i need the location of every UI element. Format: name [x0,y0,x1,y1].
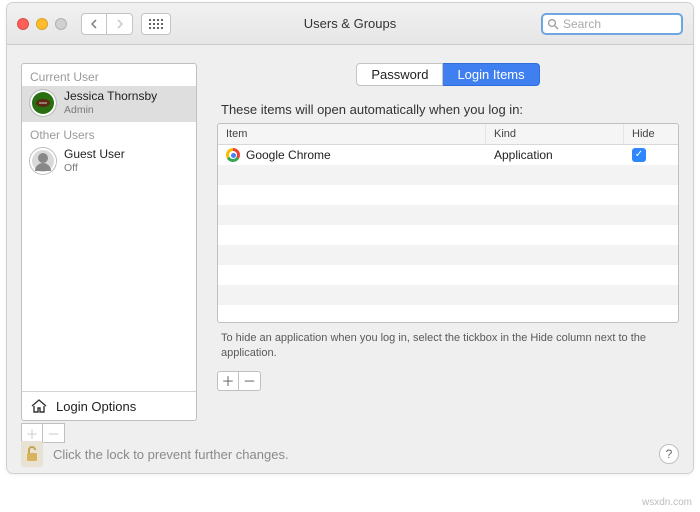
football-icon [35,98,51,108]
current-user-header: Current User [22,64,196,86]
chevron-left-icon [90,19,98,29]
close-window-icon[interactable] [17,18,29,30]
main-pane: Password Login Items These items will op… [217,63,679,443]
col-hide[interactable]: Hide [624,124,678,144]
user-name: Jessica Thornsby [64,90,157,104]
minimize-window-icon[interactable] [36,18,48,30]
login-items-caption: These items will open automatically when… [221,102,675,117]
remove-login-item-button[interactable]: － [239,371,261,391]
search-input[interactable]: Search [541,13,683,35]
tab-login-items[interactable]: Login Items [443,63,539,86]
guest-avatar-icon [30,148,56,174]
watermark: wsxdn.com [642,497,692,508]
search-icon [547,18,559,30]
login-items-table: Item Kind Hide Google Chrome Application… [217,123,679,323]
chevron-right-icon [116,19,124,29]
add-user-button[interactable]: ＋ [21,423,43,443]
grid-icon [149,19,163,29]
sidebar-add-remove: ＋ － [21,423,65,443]
preferences-window: Users & Groups Search Current User Jessi… [6,2,694,474]
item-name: Google Chrome [246,148,331,162]
other-users-header: Other Users [22,122,196,144]
lock-text: Click the lock to prevent further change… [53,447,289,462]
lock-icon[interactable] [21,441,43,467]
sidebar-item-guest-user[interactable]: Guest User Off [22,144,196,180]
add-login-item-button[interactable]: ＋ [217,371,239,391]
login-options-label: Login Options [56,399,136,414]
table-body: Google Chrome Application ✓ [218,145,678,323]
login-items-add-remove: ＋ － [217,371,679,391]
lock-row: Click the lock to prevent further change… [21,441,679,467]
sidebar-item-current-user[interactable]: Jessica Thornsby Admin [22,86,196,122]
user-role: Off [64,162,125,174]
hide-hint: To hide an application when you log in, … [221,331,675,361]
back-button[interactable] [81,13,107,35]
house-icon [30,398,48,414]
hide-checkbox[interactable]: ✓ [632,148,646,162]
window-body: Current User Jessica Thornsby Admin Othe… [7,45,693,473]
search-placeholder: Search [563,17,601,31]
zoom-window-icon [55,18,67,30]
remove-user-button[interactable]: － [43,423,65,443]
show-all-prefs-button[interactable] [141,13,171,35]
table-header: Item Kind Hide [218,124,678,145]
window-controls [17,18,67,30]
avatar [30,90,56,116]
table-row[interactable]: Google Chrome Application ✓ [218,145,678,165]
col-item[interactable]: Item [218,124,486,144]
users-sidebar: Current User Jessica Thornsby Admin Othe… [21,63,197,421]
chrome-icon [226,148,240,162]
help-button[interactable]: ? [659,444,679,464]
tabs: Password Login Items [217,63,679,86]
forward-button[interactable] [107,13,133,35]
tab-password[interactable]: Password [356,63,443,86]
nav-buttons [81,13,133,35]
titlebar: Users & Groups Search [7,3,693,45]
user-role: Admin [64,104,157,116]
user-name: Guest User [64,148,125,162]
col-kind[interactable]: Kind [486,124,624,144]
item-kind: Application [486,148,624,162]
login-options-button[interactable]: Login Options [22,391,196,420]
